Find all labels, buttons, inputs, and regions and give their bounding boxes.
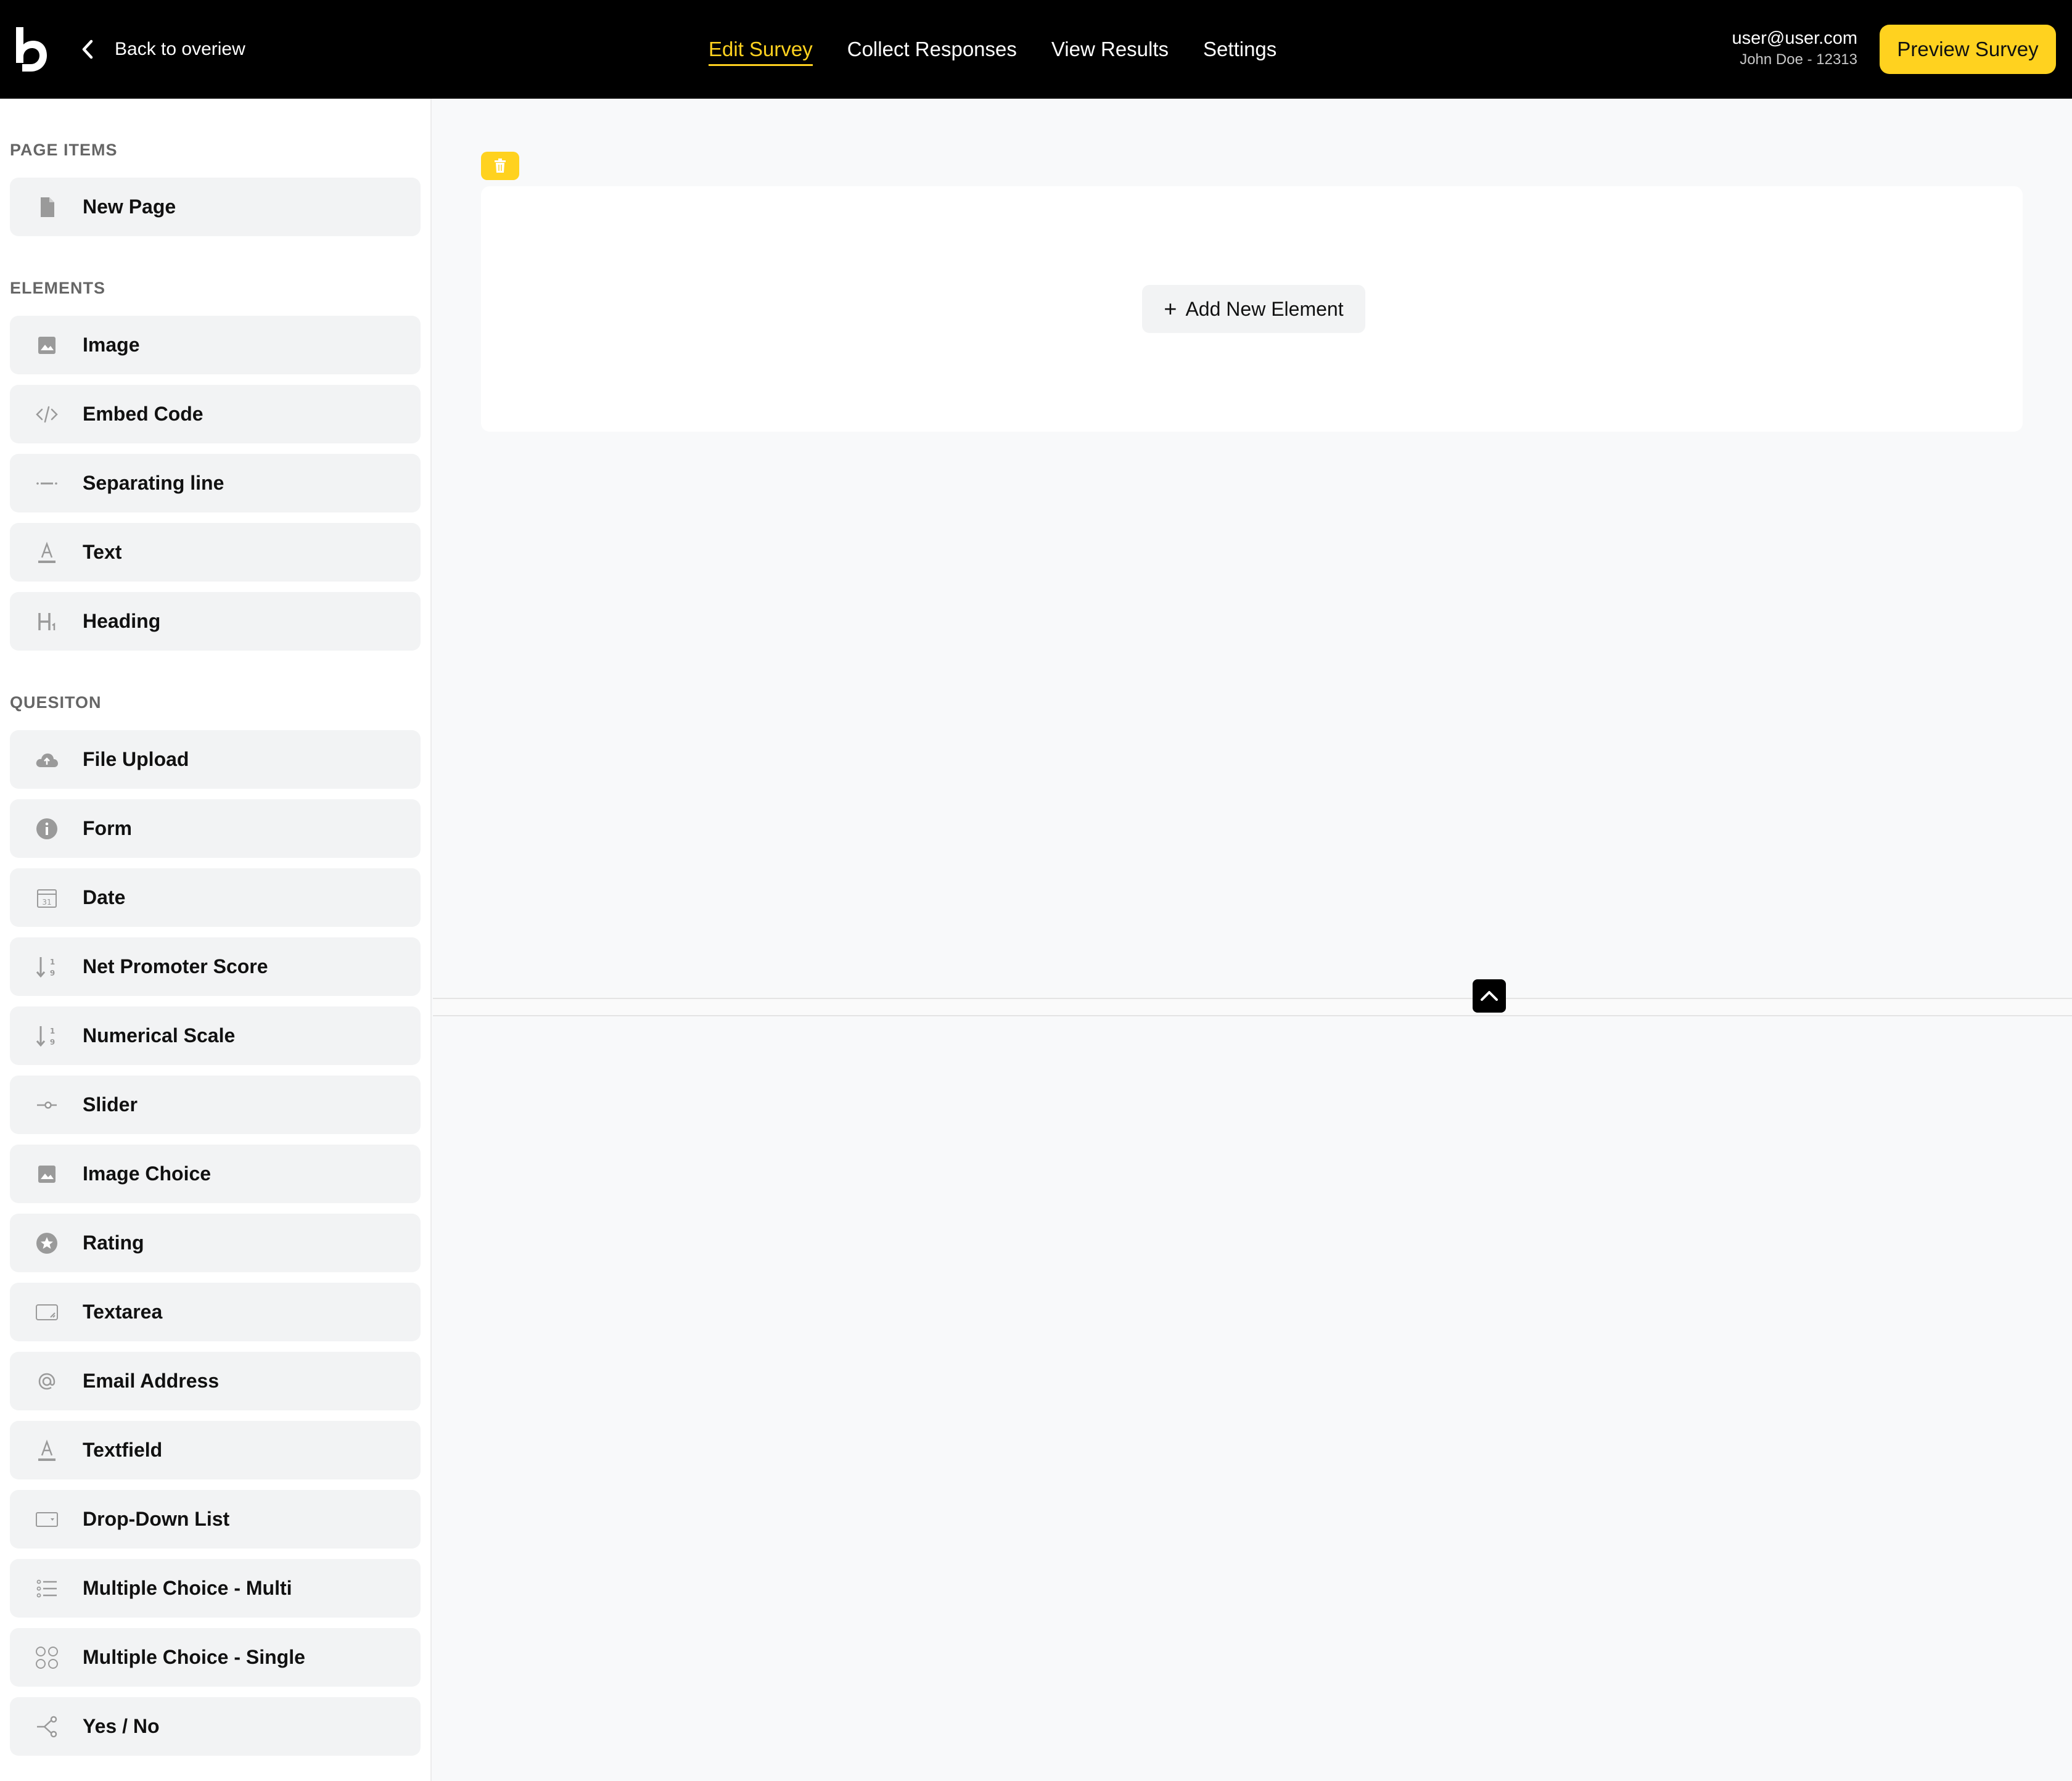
sidebar-item-label: Image: [83, 334, 140, 356]
sidebar-item-label: Multiple Choice - Multi: [83, 1577, 292, 1599]
sidebar-item-label: Date: [83, 886, 126, 908]
sidebar-item-new-page[interactable]: New Page: [10, 178, 421, 236]
grid-circles-icon: [35, 1645, 59, 1670]
sidebar-item-email-address[interactable]: Email Address: [10, 1352, 421, 1410]
delete-page-button[interactable]: [481, 152, 519, 180]
brand-logo-icon[interactable]: [14, 26, 48, 73]
sidebar-item-date[interactable]: 31 Date: [10, 868, 421, 927]
tab-collect-responses[interactable]: Collect Responses: [847, 31, 1017, 67]
sidebar-item-label: Yes / No: [83, 1715, 160, 1737]
sidebar-item-heading[interactable]: Heading: [10, 592, 421, 651]
element-palette-sidebar: PAGE ITEMS New Page ELEMENTS Image Embed…: [0, 99, 432, 1781]
image-icon: [35, 333, 59, 358]
sidebar-item-label: Image Choice: [83, 1162, 212, 1185]
sidebar-item-textfield[interactable]: Textfield: [10, 1421, 421, 1479]
separator-icon: [35, 471, 59, 496]
svg-text:31: 31: [42, 898, 51, 907]
sidebar-item-label: Heading: [83, 610, 161, 632]
sidebar-item-image-choice[interactable]: Image Choice: [10, 1145, 421, 1203]
user-info[interactable]: user@user.com John Doe - 12313: [1732, 27, 1857, 70]
sidebar-item-net-promoter-score[interactable]: 19 Net Promoter Score: [10, 937, 421, 996]
slider-icon: [35, 1093, 59, 1117]
collapse-panel-button[interactable]: [1473, 979, 1506, 1013]
sidebar-item-image[interactable]: Image: [10, 316, 421, 374]
svg-text:9: 9: [50, 969, 55, 977]
section-label-elements: ELEMENTS: [10, 279, 106, 297]
sidebar-item-label: Separating line: [83, 472, 224, 494]
sidebar-item-label: Drop-Down List: [83, 1508, 230, 1530]
chevron-left-icon: [82, 39, 93, 59]
sidebar-item-label: Numerical Scale: [83, 1024, 236, 1047]
sidebar-item-file-upload[interactable]: File Upload: [10, 730, 421, 789]
tab-edit-survey[interactable]: Edit Survey: [709, 31, 813, 67]
sidebar-item-label: Slider: [83, 1093, 138, 1116]
add-new-element-label: Add New Element: [1185, 297, 1344, 320]
sidebar-item-label: Text: [83, 541, 122, 563]
sidebar-item-multiple-choice-multi[interactable]: Multiple Choice - Multi: [10, 1559, 421, 1618]
sidebar-item-embed-code[interactable]: Embed Code: [10, 385, 421, 443]
sidebar-item-label: Form: [83, 817, 132, 839]
tab-view-results[interactable]: View Results: [1051, 31, 1169, 67]
branch-icon: [35, 1714, 59, 1739]
trash-icon: [495, 158, 506, 173]
info-icon: [35, 816, 59, 841]
sidebar-item-label: Rating: [83, 1232, 144, 1254]
svg-text:9: 9: [50, 1038, 55, 1047]
sidebar-item-drop-down-list[interactable]: Drop-Down List: [10, 1490, 421, 1549]
list-icon: [35, 1576, 59, 1601]
back-to-overview-link[interactable]: Back to overiew: [79, 0, 245, 99]
heading-icon: [35, 609, 59, 634]
sidebar-item-separating-line[interactable]: Separating line: [10, 454, 421, 512]
sidebar-item-rating[interactable]: Rating: [10, 1214, 421, 1272]
top-bar: Back to overiew Edit Survey Collect Resp…: [0, 0, 2072, 99]
section-label-page-items: PAGE ITEMS: [10, 141, 118, 159]
survey-page-card: + Add New Element: [481, 186, 2023, 432]
text-icon: [35, 540, 59, 565]
text-icon: [35, 1438, 59, 1463]
sidebar-item-textarea[interactable]: Textarea: [10, 1283, 421, 1341]
svg-text:1: 1: [50, 1027, 55, 1035]
at-icon: [35, 1369, 59, 1394]
page-icon: [35, 195, 59, 220]
section-label-question: QUESITON: [10, 693, 102, 712]
back-link-label: Back to overiew: [115, 39, 245, 59]
sidebar-item-label: Net Promoter Score: [83, 955, 268, 977]
chevron-up-icon: [1481, 991, 1498, 1001]
sidebar-item-text[interactable]: Text: [10, 523, 421, 582]
svg-text:1: 1: [50, 958, 55, 966]
sidebar-item-label: Textfield: [83, 1439, 163, 1461]
survey-editor: Back to overiew Edit Survey Collect Resp…: [0, 0, 2072, 1781]
dropdown-icon: [35, 1507, 59, 1532]
add-new-element-button[interactable]: + Add New Element: [1142, 285, 1365, 333]
textarea-icon: [35, 1300, 59, 1325]
user-email: user@user.com: [1732, 28, 1857, 48]
panel-splitter[interactable]: [433, 998, 2072, 1016]
main-nav: Edit Survey Collect Responses View Resul…: [709, 0, 1311, 99]
sidebar-item-multiple-choice-single[interactable]: Multiple Choice - Single: [10, 1628, 421, 1687]
sidebar-item-slider[interactable]: Slider: [10, 1076, 421, 1134]
calendar-icon: 31: [35, 886, 59, 910]
sidebar-item-label: Email Address: [83, 1370, 220, 1392]
user-name: John Doe - 12313: [1740, 51, 1857, 68]
code-icon: [35, 402, 59, 427]
tab-settings[interactable]: Settings: [1203, 31, 1276, 67]
sort-numeric-icon: 19: [35, 1024, 59, 1048]
sidebar-item-label: Embed Code: [83, 403, 204, 425]
sidebar-item-label: File Upload: [83, 748, 189, 770]
sidebar-item-numerical-scale[interactable]: 19 Numerical Scale: [10, 1006, 421, 1065]
preview-survey-button[interactable]: Preview Survey: [1880, 25, 2056, 74]
survey-canvas: + Add New Element: [433, 99, 2072, 1781]
star-icon: [35, 1231, 59, 1256]
plus-icon: +: [1164, 296, 1177, 321]
sidebar-item-yes-no[interactable]: Yes / No: [10, 1697, 421, 1756]
sort-numeric-icon: 19: [35, 955, 59, 979]
sidebar-item-form[interactable]: Form: [10, 799, 421, 858]
sidebar-item-label: Multiple Choice - Single: [83, 1646, 305, 1668]
sidebar-item-label: New Page: [83, 195, 176, 218]
sidebar-item-label: Textarea: [83, 1301, 163, 1323]
image-icon: [35, 1162, 59, 1187]
cloud-upload-icon: [35, 747, 59, 772]
